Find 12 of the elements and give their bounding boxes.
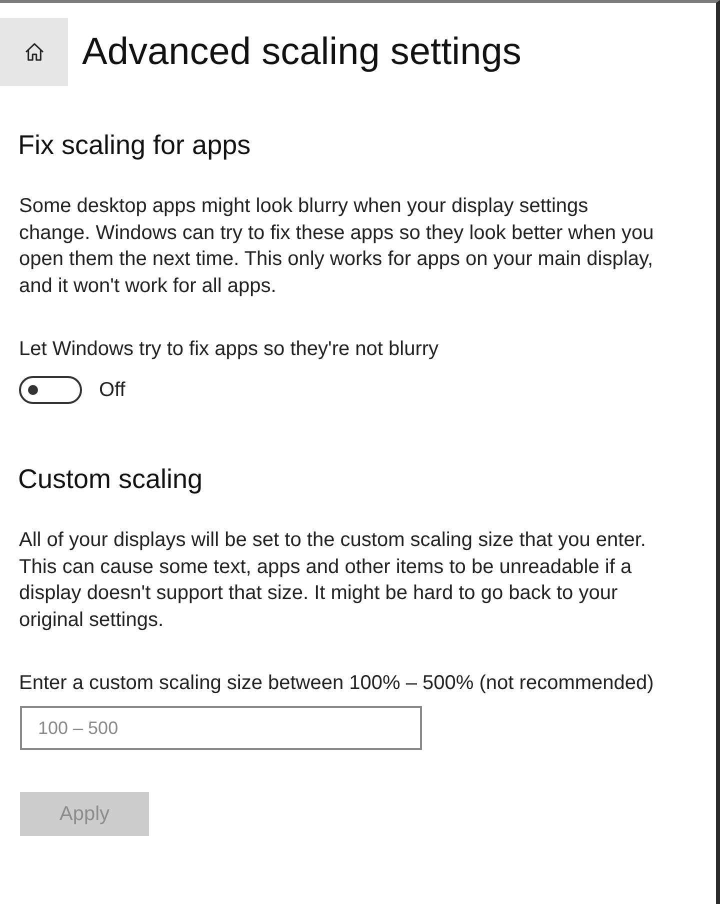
scaling-input-field[interactable]: 100 – 500: [20, 706, 422, 750]
section-description: All of your displays will be set to the custom scaling size that you enter. This can cause some text, apps and other items to be unreadable if a display doesn't support that size. It might be hard to go back to your original settings.: [19, 528, 647, 632]
page-title: Advanced scaling settings: [82, 30, 522, 75]
home-button[interactable]: [0, 18, 68, 86]
section-description: Some desktop apps might look blurry when your display settings change. Windows can try to fix these apps so they look better when you open them the next time. This only works for apps on your main display, and it won't work for all apps.: [19, 194, 655, 298]
toggle-switch[interactable]: [19, 376, 82, 404]
section-heading: Fix scaling for apps: [18, 129, 252, 161]
toggle-state-text: Off: [99, 378, 126, 402]
home-icon: [24, 43, 44, 61]
field-label: Enter a custom scaling size between 100% – 500% (not recommended): [19, 671, 655, 696]
section-heading: Custom scaling: [18, 463, 204, 495]
toggle-label: Let Windows try to fix apps so they're not blurry: [19, 337, 440, 362]
